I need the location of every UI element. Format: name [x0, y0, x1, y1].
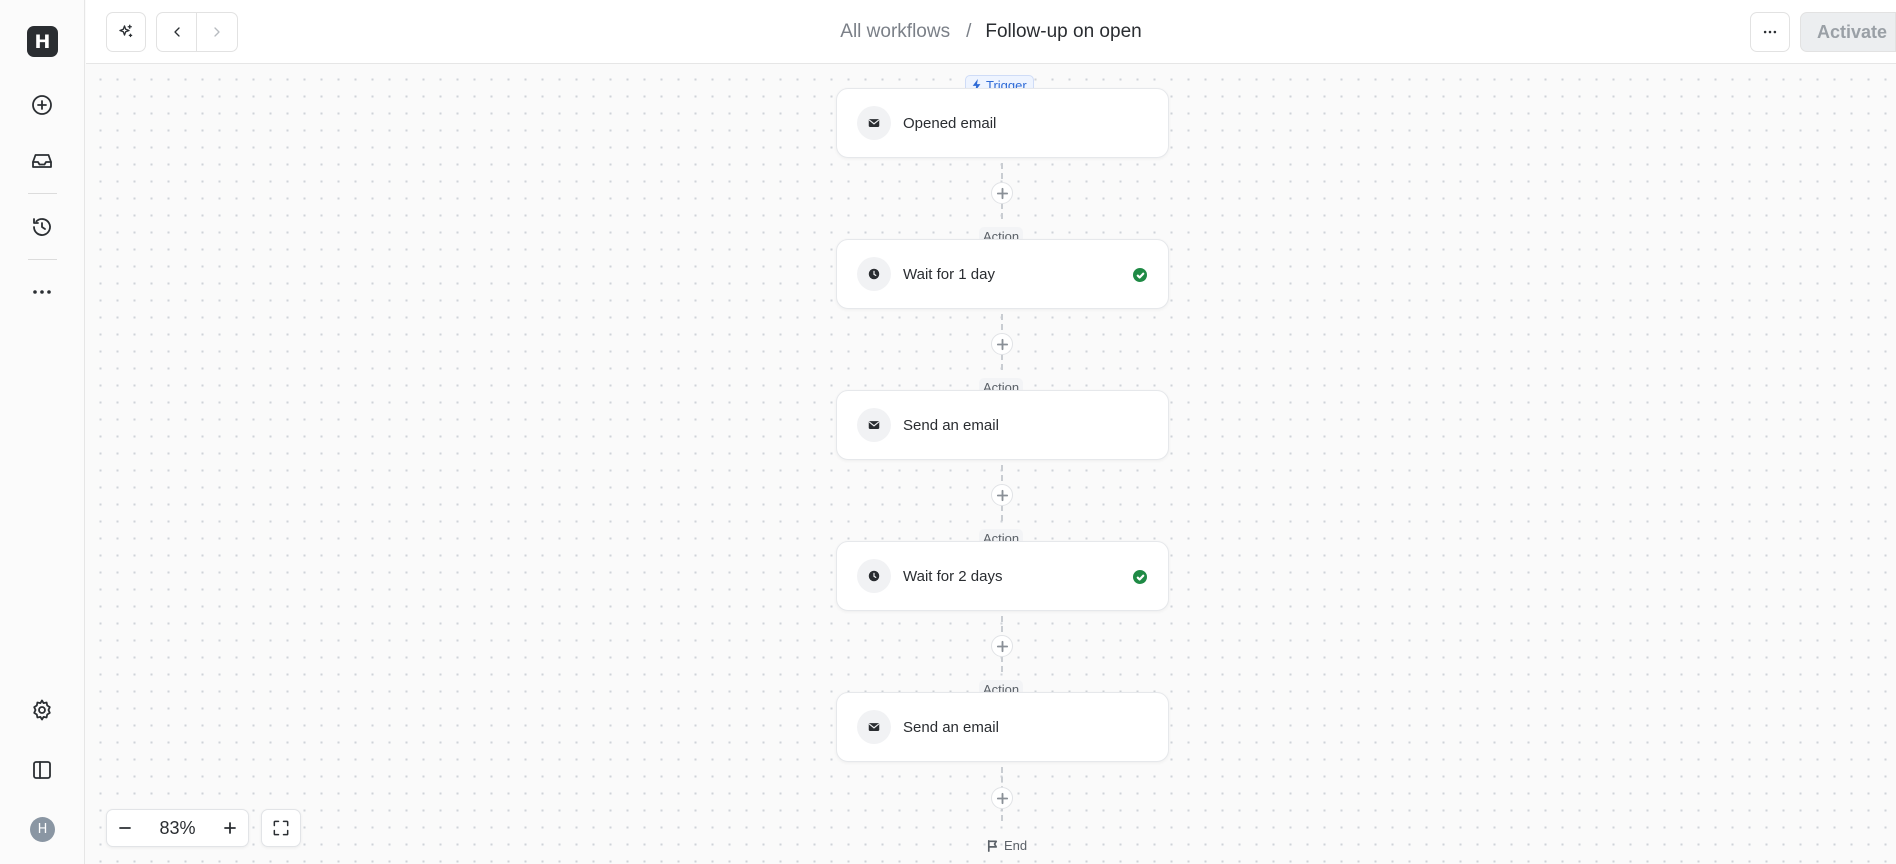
check-circle-icon [1133, 570, 1147, 584]
node-send-email[interactable]: Send an email [836, 390, 1169, 460]
node-title: Wait for 2 days [903, 567, 1003, 585]
plus-icon [996, 489, 1008, 501]
node-title: Wait for 1 day [903, 265, 995, 283]
plus-icon [996, 792, 1008, 804]
breadcrumb-separator: / [966, 21, 972, 42]
node-title: Opened email [903, 114, 997, 132]
zoom-controls: 83% [106, 809, 249, 847]
add-step-button[interactable] [991, 484, 1013, 506]
plus-icon [996, 187, 1008, 199]
zoom-level: 83% [159, 817, 196, 838]
more-horizontal-icon [1763, 30, 1777, 34]
sidebar: H H [0, 0, 85, 864]
node-opened-email[interactable]: Opened email [836, 88, 1169, 158]
node-wait-2-days[interactable]: Wait for 2 days [836, 541, 1169, 611]
fit-view-button[interactable] [261, 809, 301, 847]
page-title[interactable]: Follow-up on open [985, 21, 1141, 43]
sidebar-divider [28, 193, 57, 194]
inbox-icon [32, 154, 52, 168]
toggle-sidebar-button[interactable] [20, 748, 64, 792]
check-circle-icon [1133, 268, 1147, 282]
fullscreen-icon [273, 820, 289, 836]
plus-circle-icon [32, 95, 52, 115]
mail-icon [868, 119, 880, 127]
end-label: End [1004, 837, 1028, 853]
sidebar-divider [28, 259, 57, 260]
add-step-button[interactable] [991, 182, 1013, 204]
minus-icon [119, 827, 131, 829]
settings-button[interactable] [20, 688, 64, 732]
workspace-logo[interactable]: H [27, 26, 58, 57]
header: All workflows / Follow-up on open Activa… [86, 0, 1896, 64]
add-step-button[interactable] [991, 635, 1013, 657]
plus-icon [996, 640, 1008, 652]
mail-icon [868, 421, 880, 429]
flag-icon [987, 839, 998, 852]
history-icon [33, 218, 51, 236]
more-button[interactable] [20, 270, 64, 314]
add-step-button[interactable] [991, 787, 1013, 809]
node-icon-wrap [857, 106, 891, 140]
more-options-button[interactable] [1750, 12, 1790, 52]
add-step-button[interactable] [991, 333, 1013, 355]
new-plus-circle-icon[interactable] [20, 83, 64, 127]
inbox-button[interactable] [20, 139, 64, 183]
node-title: Send an email [903, 718, 999, 736]
more-horizontal-icon [33, 290, 51, 294]
zoom-out-button[interactable] [107, 810, 143, 846]
plus-icon [996, 338, 1008, 350]
gear-icon [33, 699, 51, 721]
breadcrumb-all-workflows[interactable]: All workflows [840, 21, 950, 43]
node-icon-wrap [857, 257, 891, 291]
avatar[interactable]: H [30, 817, 55, 842]
end-marker: End [982, 836, 1031, 854]
zoom-in-button[interactable] [212, 810, 248, 846]
sidebar-icon [33, 761, 51, 779]
node-send-email[interactable]: Send an email [836, 692, 1169, 762]
activate-button[interactable]: Activate [1800, 12, 1896, 52]
mail-icon [868, 723, 880, 731]
clock-icon [868, 268, 880, 280]
plus-icon [224, 822, 236, 834]
node-wait-1-day[interactable]: Wait for 1 day [836, 239, 1169, 309]
node-icon-wrap [857, 710, 891, 744]
clock-icon [868, 570, 880, 582]
breadcrumb: All workflows / Follow-up on open [86, 0, 1896, 64]
node-icon-wrap [857, 559, 891, 593]
node-icon-wrap [857, 408, 891, 442]
history-button[interactable] [20, 205, 64, 249]
node-title: Send an email [903, 416, 999, 434]
